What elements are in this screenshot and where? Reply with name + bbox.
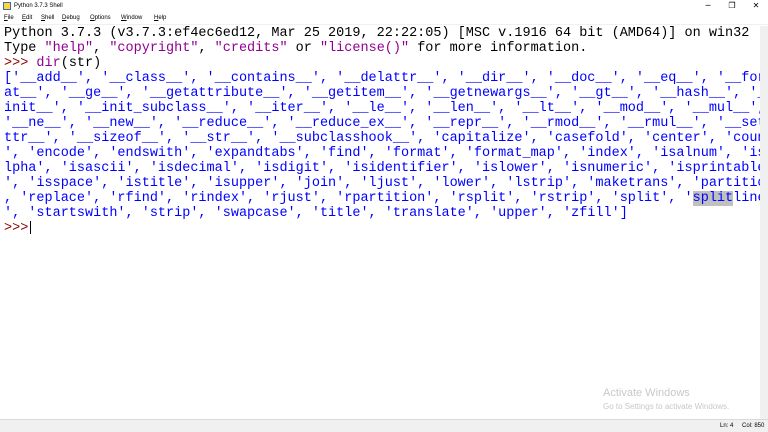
- command-function: dir: [36, 56, 61, 71]
- menu-options[interactable]: Options: [90, 12, 111, 24]
- output-line: lpha', 'isascii', 'isdecimal', 'isdigit'…: [4, 161, 760, 176]
- output-line: at__', '__ge__', '__getattribute__', '__…: [4, 86, 760, 101]
- final-prompt-line[interactable]: >>>: [4, 221, 32, 237]
- maximize-icon[interactable]: ❐: [720, 0, 744, 12]
- output-line: ', 'encode', 'endswith', 'expandtabs', '…: [4, 146, 760, 161]
- output-line: '__ne__', '__new__', '__reduce__', '__re…: [4, 116, 760, 131]
- output-line: init__', '__init_subclass__', '__iter__'…: [4, 101, 760, 116]
- menu-window[interactable]: Window: [121, 12, 142, 24]
- command-line: >>> dir(str): [4, 56, 101, 71]
- shell-text-area[interactable]: Python 3.7.3 (v3.7.3:ef4ec6ed12, Mar 25 …: [0, 26, 760, 419]
- menu-bar: File Edit Shell Debug Options Window Hel…: [0, 12, 768, 25]
- output-line: , 'replace', 'rfind', 'rindex', 'rjust',…: [4, 191, 760, 206]
- shell-prompt: >>>: [4, 56, 37, 71]
- output-line: ', 'isspace', 'istitle', 'isupper', 'joi…: [4, 176, 760, 191]
- status-bar: Ln: 4 Col: 850: [0, 419, 768, 432]
- banner-version: Python 3.7.3 (v3.7.3:ef4ec6ed12, Mar 25 …: [4, 26, 750, 41]
- menu-help[interactable]: Help: [154, 12, 166, 24]
- status-column: Col: 850: [742, 423, 765, 429]
- menu-file[interactable]: File: [4, 12, 14, 24]
- python-app-icon: [3, 2, 11, 10]
- menu-debug[interactable]: Debug: [62, 12, 80, 24]
- menu-shell[interactable]: Shell: [41, 12, 54, 24]
- close-icon[interactable]: ✕: [744, 0, 768, 12]
- status-line: Ln: 4: [720, 423, 734, 429]
- banner-help: Type "help", "copyright", "credits" or "…: [4, 41, 588, 56]
- shell-prompt: >>>: [4, 221, 29, 237]
- window-title: Python 3.7.3 Shell: [14, 3, 63, 9]
- selected-text: split: [692, 191, 734, 206]
- menu-edit[interactable]: Edit: [22, 12, 32, 24]
- vertical-scrollbar[interactable]: [760, 26, 768, 419]
- text-cursor: [30, 221, 32, 234]
- activate-windows-title: Activate Windows: [603, 387, 690, 399]
- output-line: ', 'startswith', 'strip', 'swapcase', 't…: [4, 206, 628, 221]
- output-line: ttr__', '__sizeof__', '__str__', '__subc…: [4, 131, 760, 146]
- minimize-icon[interactable]: ─: [696, 0, 720, 12]
- command-argument: (str): [60, 56, 102, 71]
- output-line: ['__add__', '__class__', '__contains__',…: [4, 71, 760, 86]
- title-bar[interactable]: Python 3.7.3 Shell ─ ❐ ✕: [0, 0, 768, 12]
- activate-windows-subtitle: Go to Settings to activate Windows.: [603, 402, 730, 411]
